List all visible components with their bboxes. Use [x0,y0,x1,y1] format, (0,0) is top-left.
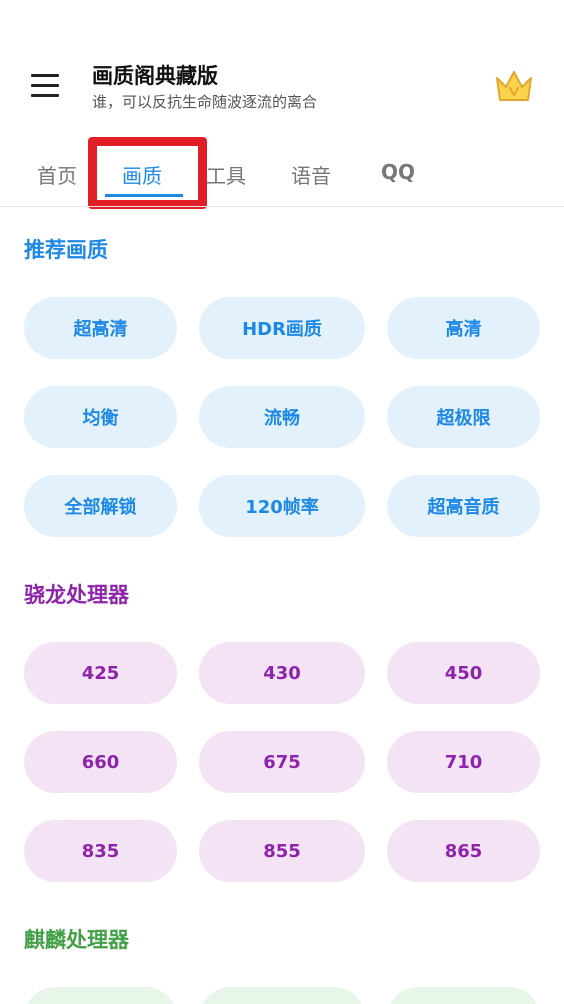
chip-ultra-hd[interactable]: 超高清 [24,297,177,359]
section-title-kirin: 麒麟处理器 [24,928,129,952]
chip-smooth[interactable]: 流畅 [199,386,365,448]
app-subtitle: 谁，可以反抗生命随波逐流的离合 [92,93,318,111]
chip-hq-audio[interactable]: 超高音质 [387,475,540,537]
tab-divider [0,206,564,207]
chip-sd-430[interactable]: 430 [199,642,365,704]
chip-sd-710[interactable]: 710 [387,731,540,793]
chip-sd-675[interactable]: 675 [199,731,365,793]
tab-voice[interactable]: 语音 [291,160,331,189]
chip-sd-835[interactable]: 835 [24,820,177,882]
chip-extreme[interactable]: 超极限 [387,386,540,448]
tab-qq[interactable]: QQ [381,160,415,184]
app-title: 画质阁典藏版 [92,64,218,88]
menu-icon[interactable] [31,74,59,98]
section-title-snapdragon: 骁龙处理器 [24,583,129,607]
chip-kirin[interactable] [387,987,540,1004]
crown-icon[interactable] [494,66,534,106]
chip-sd-425[interactable]: 425 [24,642,177,704]
app-screen: 画质阁典藏版 谁，可以反抗生命随波逐流的离合 首页 画质 工具 语音 QQ 推荐… [0,0,564,1004]
chip-kirin[interactable] [199,987,365,1004]
chip-kirin[interactable] [24,987,177,1004]
chip-sd-855[interactable]: 855 [199,820,365,882]
section-title-recommended: 推荐画质 [24,238,108,262]
chip-sd-660[interactable]: 660 [24,731,177,793]
chip-unlock-all[interactable]: 全部解锁 [24,475,177,537]
chip-balanced[interactable]: 均衡 [24,386,177,448]
chip-120fps[interactable]: 120帧率 [199,475,365,537]
chip-hdr-quality[interactable]: HDR画质 [199,297,365,359]
chip-sd-865[interactable]: 865 [387,820,540,882]
chip-sd-450[interactable]: 450 [387,642,540,704]
tab-tools[interactable]: 工具 [206,160,246,189]
tab-home[interactable]: 首页 [37,160,77,189]
chip-hd[interactable]: 高清 [387,297,540,359]
highlight-box [88,137,207,209]
